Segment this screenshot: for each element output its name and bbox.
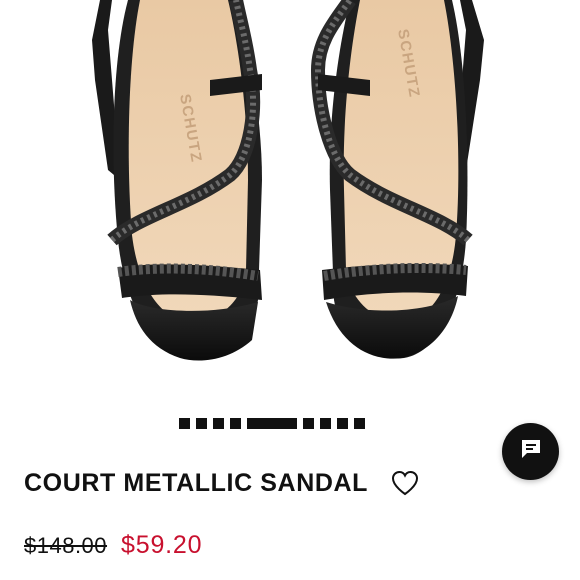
product-title: COURT METALLIC SANDAL — [24, 468, 369, 497]
carousel-dot-active[interactable] — [247, 417, 297, 429]
carousel-dot[interactable] — [230, 417, 241, 429]
carousel-dot[interactable] — [213, 417, 224, 429]
carousel-dot[interactable] — [320, 417, 331, 429]
carousel-dot[interactable] — [179, 417, 190, 429]
carousel-dot[interactable] — [303, 417, 314, 429]
sale-price: $59.20 — [121, 531, 203, 559]
chat-button[interactable] — [502, 423, 559, 480]
carousel-dot[interactable] — [337, 417, 348, 429]
left-sandal: SCHUTZ — [92, 0, 262, 361]
chat-bubble-icon — [519, 437, 543, 466]
price-row: $148.00 $59.20 — [24, 531, 202, 560]
original-price: $148.00 — [24, 533, 108, 558]
product-image[interactable]: SCHUTZ SCHUTZ — [0, 0, 580, 392]
carousel-dot[interactable] — [354, 417, 365, 429]
sandal-pair-illustration: SCHUTZ SCHUTZ — [92, 0, 484, 361]
right-sandal: SCHUTZ — [310, 0, 484, 359]
carousel-dot[interactable] — [196, 417, 207, 429]
heart-outline-icon[interactable] — [390, 468, 420, 498]
image-carousel-indicator — [179, 417, 365, 429]
product-title-row: COURT METALLIC SANDAL — [24, 468, 420, 498]
